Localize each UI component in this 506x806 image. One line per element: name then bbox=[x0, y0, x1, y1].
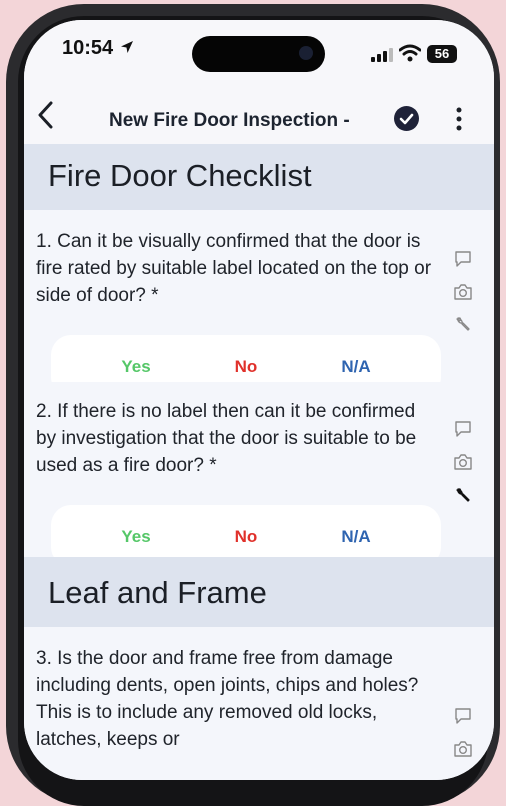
answer-na-button[interactable]: N/A bbox=[316, 527, 396, 547]
answer-no-button[interactable]: No bbox=[206, 527, 286, 547]
wifi-icon bbox=[399, 44, 421, 62]
answer-yes-button[interactable]: Yes bbox=[96, 527, 176, 547]
camera-icon[interactable] bbox=[453, 740, 473, 758]
camera-icon[interactable] bbox=[453, 283, 473, 301]
answer-na-button[interactable]: N/A bbox=[316, 357, 396, 377]
section-title: Fire Door Checklist bbox=[48, 158, 312, 193]
back-chevron-icon[interactable] bbox=[36, 100, 56, 130]
camera-icon[interactable] bbox=[453, 453, 473, 471]
checkmark-icon bbox=[399, 113, 414, 125]
comment-icon[interactable] bbox=[454, 420, 472, 438]
section-title: Leaf and Frame bbox=[48, 575, 267, 610]
question-text: 3. Is the door and frame free from damag… bbox=[36, 648, 419, 750]
question-card-1: 1. Can it be visually confirmed that the… bbox=[24, 210, 494, 397]
section-header-fire-door-checklist: Fire Door Checklist bbox=[24, 144, 494, 217]
more-options-icon[interactable] bbox=[454, 104, 464, 134]
screen: 10:54 56 New Fire Door Inspection - Fire… bbox=[24, 20, 494, 780]
comment-icon[interactable] bbox=[454, 250, 472, 268]
wrench-icon[interactable] bbox=[454, 315, 472, 333]
section-header-leaf-and-frame: Leaf and Frame bbox=[24, 557, 494, 627]
question-card-2: 2. If there is no label then can it be c… bbox=[24, 382, 494, 567]
wrench-icon[interactable] bbox=[454, 486, 472, 504]
answer-no-button[interactable]: No bbox=[206, 357, 286, 377]
app-bar: New Fire Door Inspection - bbox=[24, 82, 494, 145]
comment-icon[interactable] bbox=[454, 707, 472, 725]
battery-indicator: 56 bbox=[427, 45, 457, 63]
page-title: New Fire Door Inspection - bbox=[109, 110, 350, 131]
status-time: 10:54 bbox=[62, 37, 135, 60]
dynamic-island bbox=[192, 36, 325, 72]
save-check-button[interactable] bbox=[394, 106, 419, 131]
question-text: 2. If there is no label then can it be c… bbox=[36, 401, 417, 476]
status-bar: 10:54 56 bbox=[24, 20, 494, 82]
cellular-signal-icon bbox=[371, 48, 393, 62]
location-arrow-icon bbox=[120, 41, 133, 53]
question-card-3: 3. Is the door and frame free from damag… bbox=[24, 627, 494, 780]
question-text: 1. Can it be visually confirmed that the… bbox=[36, 231, 432, 306]
answer-yes-button[interactable]: Yes bbox=[96, 357, 176, 377]
